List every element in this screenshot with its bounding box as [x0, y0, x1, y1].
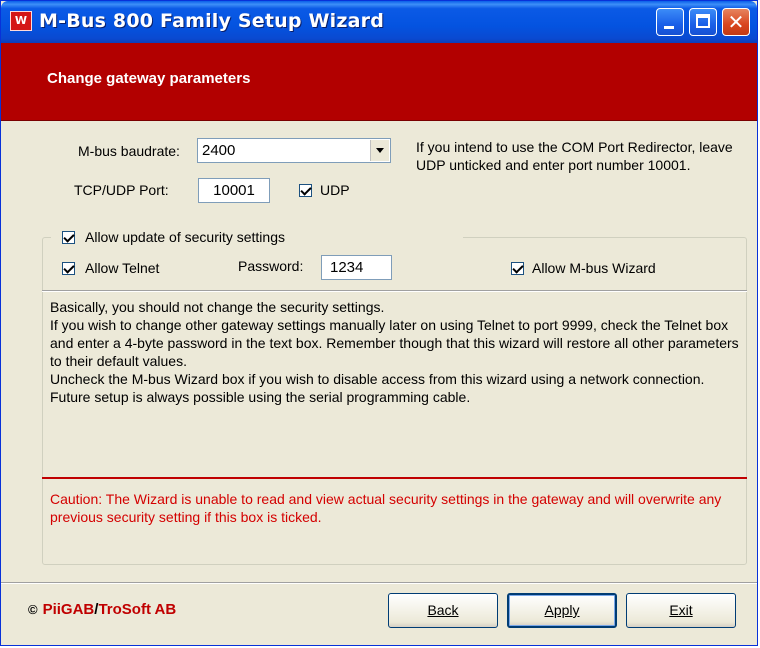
explanation-line: Basically, you should not change the sec… [50, 299, 385, 315]
security-explanation: Basically, you should not change the sec… [50, 298, 740, 406]
footer-divider [1, 582, 757, 584]
allow-security-update-checkbox[interactable] [62, 231, 75, 244]
apply-button-label: Apply [544, 602, 580, 618]
maximize-button[interactable] [689, 8, 717, 36]
com-redirector-info: If you intend to use the COM Port Redire… [416, 139, 733, 173]
company-trosoft: TroSoft AB [98, 601, 177, 618]
explanation-line: If you wish to change other gateway sett… [50, 317, 739, 369]
allow-mbus-wizard-label: Allow M-bus Wizard [532, 260, 656, 276]
minimize-button[interactable] [656, 8, 684, 36]
password-field[interactable]: 1234 [321, 255, 392, 280]
exit-button-label: Exit [669, 602, 693, 618]
company-piigab: PiiGAB [42, 601, 95, 618]
explanation-line: Uncheck the M-bus Wizard box if you wish… [50, 371, 705, 405]
baudrate-select[interactable]: 2400 [197, 138, 391, 163]
back-button[interactable]: Back [388, 593, 498, 628]
udp-label: UDP [320, 182, 350, 198]
close-button[interactable]: ✕ [722, 8, 750, 36]
page-title: Change gateway parameters [47, 70, 251, 87]
chevron-down-icon[interactable] [370, 140, 389, 161]
caution-text: Caution: The Wizard is unable to read an… [50, 491, 722, 525]
password-label: Password: [238, 258, 304, 274]
allow-telnet-checkbox[interactable] [62, 262, 75, 275]
minimize-icon [664, 26, 674, 29]
maximize-icon [696, 14, 710, 28]
back-button-label: Back [427, 602, 459, 618]
exit-button[interactable]: Exit [626, 593, 736, 628]
allow-telnet-label: Allow Telnet [85, 260, 160, 276]
title-bar[interactable]: W M-Bus 800 Family Setup Wizard ✕ [1, 1, 757, 43]
copyright-symbol: © [28, 602, 38, 617]
allow-security-update-label: Allow update of security settings [85, 229, 285, 245]
divider [42, 290, 747, 292]
header-band: Change gateway parameters [1, 43, 757, 121]
wizard-window: W M-Bus 800 Family Setup Wizard ✕ Change… [0, 0, 758, 646]
baudrate-value: 2400 [202, 142, 236, 159]
caution-divider [42, 477, 747, 479]
allow-mbus-wizard-checkbox[interactable] [511, 262, 524, 275]
apply-button[interactable]: Apply [507, 593, 617, 628]
window-title: M-Bus 800 Family Setup Wizard [39, 10, 385, 32]
copyright: © PiiGAB/TroSoft AB [28, 601, 176, 618]
baudrate-label: M-bus baudrate: [78, 143, 180, 159]
close-icon: ✕ [727, 10, 745, 34]
security-group-header: Allow update of security settings [51, 226, 463, 250]
tcp-udp-port-field[interactable]: 10001 [198, 178, 270, 203]
tcp-udp-port-label: TCP/UDP Port: [74, 182, 169, 198]
app-icon: W [10, 11, 32, 31]
udp-checkbox[interactable] [299, 184, 312, 197]
